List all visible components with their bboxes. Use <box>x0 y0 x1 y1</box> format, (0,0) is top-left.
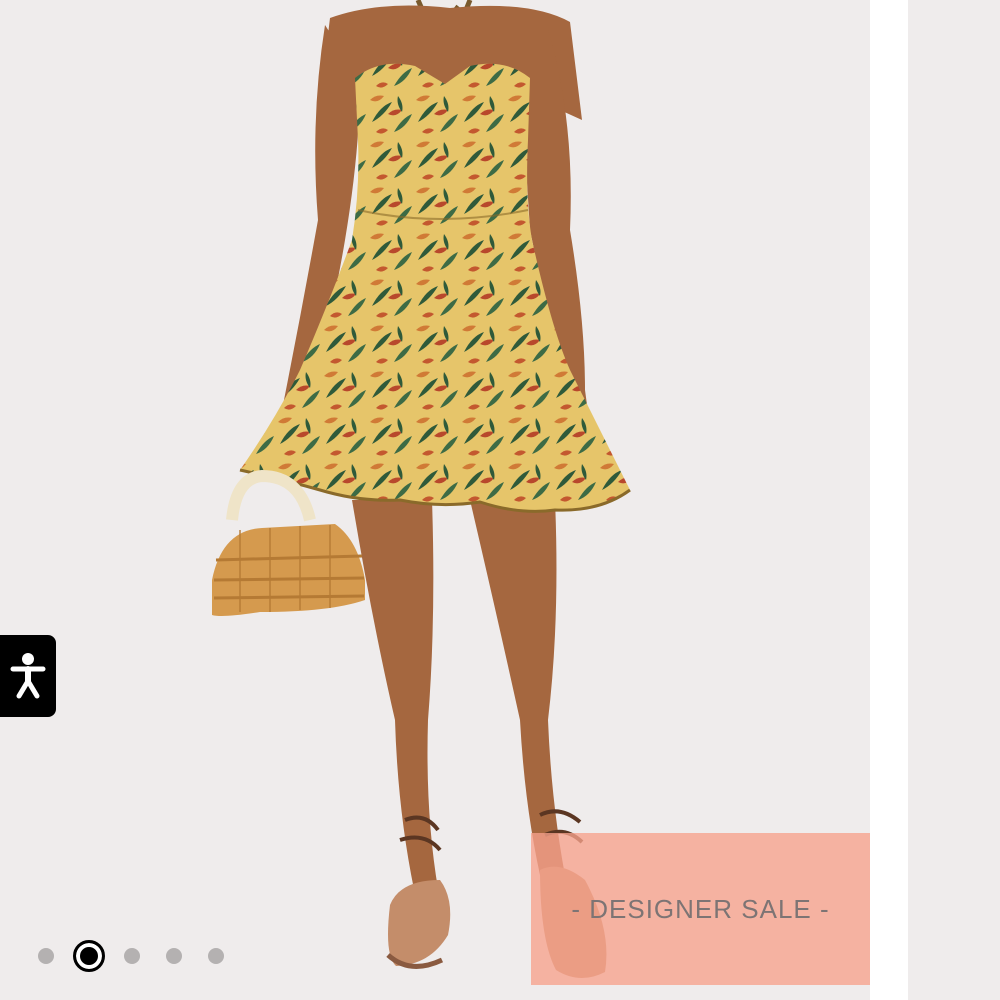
woven-bag <box>212 524 365 616</box>
next-product-photo[interactable] <box>908 0 1000 1000</box>
left-sandal <box>388 880 451 966</box>
accessibility-person-icon <box>10 653 46 699</box>
gallery-dot-4[interactable] <box>166 948 182 964</box>
gallery-dot-1[interactable] <box>38 948 54 964</box>
gallery-pagination <box>30 938 237 974</box>
left-leg <box>352 500 440 908</box>
sale-banner-text: - DESIGNER SALE - <box>571 893 830 924</box>
gallery-dot-5[interactable] <box>208 948 224 964</box>
gallery-dot-3[interactable] <box>124 948 140 964</box>
designer-sale-banner[interactable]: - DESIGNER SALE - <box>531 833 870 985</box>
product-gallery-page: - DESIGNER SALE - <box>0 0 1000 1000</box>
accessibility-button[interactable] <box>0 635 56 717</box>
gallery-dot-2-active[interactable] <box>73 940 105 972</box>
